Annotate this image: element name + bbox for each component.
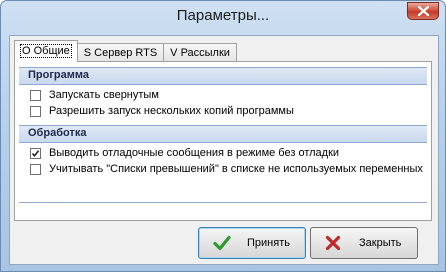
- allow-multiple-instances-checkbox[interactable]: [30, 106, 41, 117]
- tab-panel-general: Программа Запускать свернутым Разрешить …: [14, 61, 432, 221]
- checkmark-icon: [31, 150, 40, 158]
- window-title: Параметры...: [176, 7, 270, 24]
- close-button[interactable]: Закрыть: [310, 227, 418, 259]
- checkmark-icon: [213, 235, 231, 251]
- tab-mailings-label: V Рассылки: [170, 47, 230, 59]
- tab-strip: О Общие S Сервер RTS V Рассылки: [14, 40, 237, 62]
- dialog-window: Параметры... О Общие S Сервер RTS V Расс…: [0, 0, 446, 272]
- dialog-client-area: О Общие S Сервер RTS V Рассылки Программ…: [9, 35, 439, 265]
- start-minimized-checkbox[interactable]: [30, 90, 41, 101]
- window-close-button[interactable]: [407, 2, 439, 20]
- close-icon: [418, 6, 429, 16]
- close-button-label: Закрыть: [359, 237, 402, 249]
- debug-messages-label: Выводить отладочные сообщения в режиме б…: [49, 147, 340, 159]
- section-processing: Обработка Выводить отладочные сообщения …: [19, 125, 427, 177]
- section-program: Программа Запускать свернутым Разрешить …: [19, 67, 427, 119]
- option-debug-messages[interactable]: Выводить отладочные сообщения в режиме б…: [19, 145, 427, 161]
- option-consider-exceed-lists[interactable]: Учитывать "Списки превышений" в списке н…: [19, 161, 427, 177]
- option-start-minimized[interactable]: Запускать свернутым: [19, 87, 427, 103]
- option-allow-multiple-instances[interactable]: Разрешить запуск нескольких копий програ…: [19, 103, 427, 119]
- title-bar[interactable]: Параметры...: [1, 1, 445, 35]
- tab-rts-server-label: S Сервер RTS: [83, 47, 158, 59]
- consider-exceed-lists-checkbox[interactable]: [30, 164, 41, 175]
- tab-rts-server[interactable]: S Сервер RTS: [76, 43, 165, 62]
- start-minimized-label: Запускать свернутым: [49, 89, 159, 101]
- accept-button[interactable]: Принять: [198, 227, 306, 259]
- accept-button-label: Принять: [247, 237, 290, 249]
- tab-general-label: О Общие: [20, 44, 72, 58]
- section-processing-header: Обработка: [19, 125, 427, 143]
- allow-multiple-instances-label: Разрешить запуск нескольких копий програ…: [49, 105, 294, 117]
- tab-general[interactable]: О Общие: [14, 40, 78, 62]
- consider-exceed-lists-label: Учитывать "Списки превышений" в списке н…: [49, 163, 423, 175]
- cross-icon: [325, 235, 341, 251]
- section-divider: [19, 202, 427, 203]
- tab-mailings[interactable]: V Рассылки: [163, 43, 237, 62]
- debug-messages-checkbox[interactable]: [30, 148, 41, 159]
- section-program-header: Программа: [19, 67, 427, 85]
